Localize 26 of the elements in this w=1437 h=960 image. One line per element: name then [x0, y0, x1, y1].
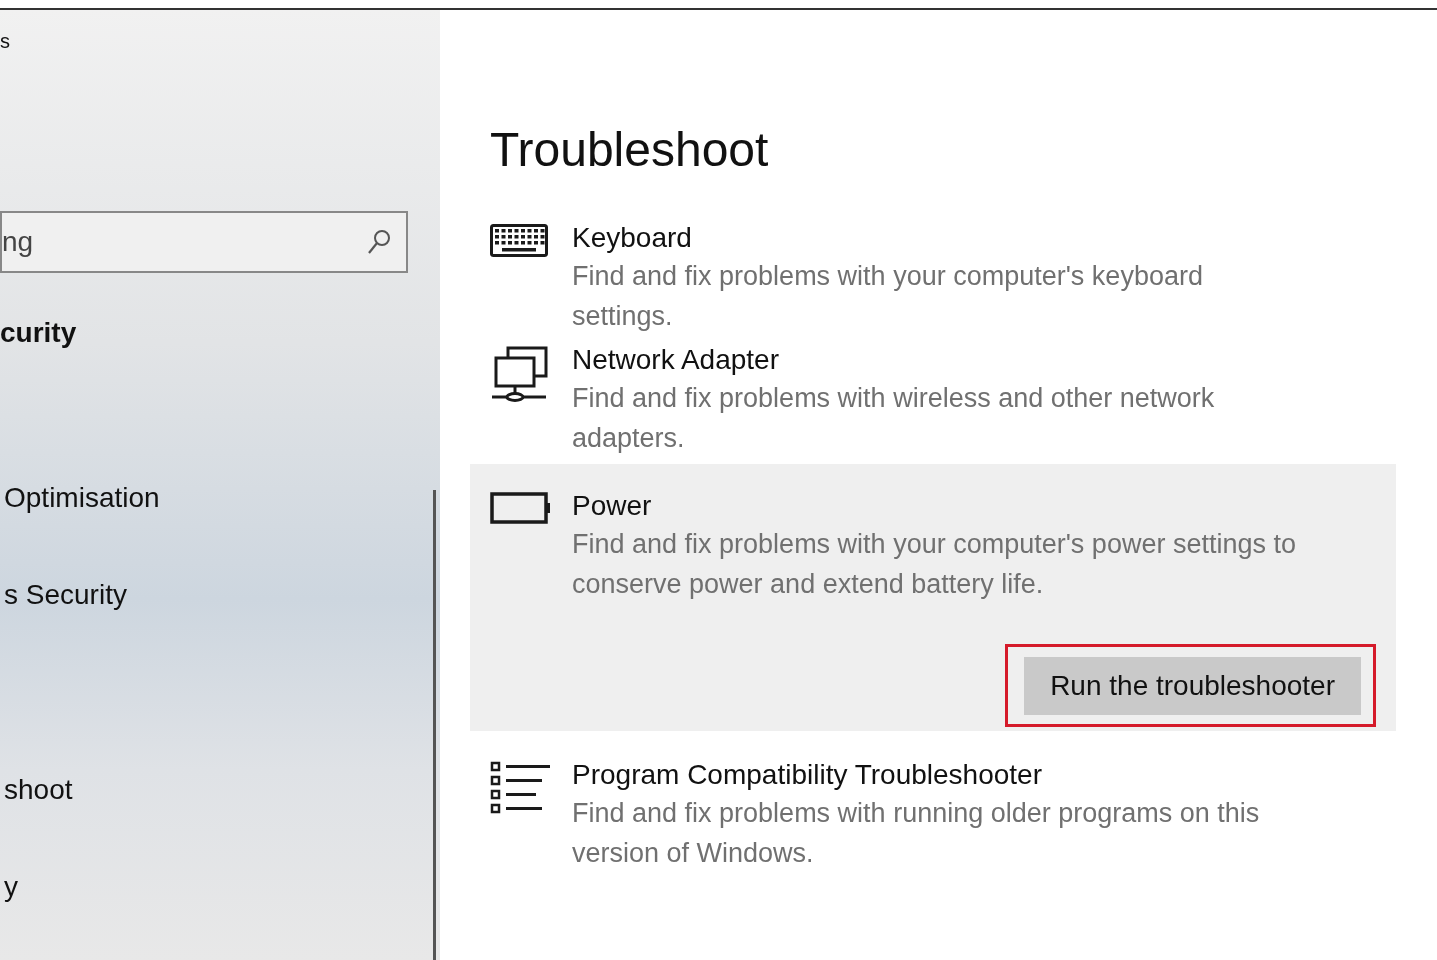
- scrollbar[interactable]: [433, 490, 436, 960]
- list-item[interactable]: Keyboard Find and fix problems with your computer's keyboard settings.: [470, 220, 1396, 336]
- computer-icon: [490, 346, 550, 404]
- nav-item[interactable]: y: [0, 870, 440, 960]
- run-button[interactable]: Run the troubleshooter: [1024, 657, 1361, 715]
- item-title: Power: [572, 489, 653, 523]
- item-description: Find and fix problems with running older programs on this version of Windows.: [572, 797, 1261, 870]
- item-description: Find and fix problems with your computer's keyboard settings.: [572, 260, 1204, 333]
- list-item[interactable]: Network Adapter Find and fix problems with wireless and other network adapters.: [470, 342, 1396, 458]
- item-description: Find and fix problems with your computer's power settings to conserve power and extend battery life.: [572, 528, 1297, 601]
- page-title: Troubleshoot: [490, 122, 770, 178]
- search-field[interactable]: ng: [0, 211, 408, 273]
- nav-item[interactable]: shoot: [0, 773, 440, 870]
- search-icon: [366, 228, 392, 256]
- window-title: s: [0, 30, 11, 53]
- item-description: Find and fix problems with wireless and other network adapters.: [572, 382, 1216, 455]
- list-item[interactable]: Program Compatibility Troubleshooter Find and fix problems with running older programs on this version of Windows.: [470, 757, 1396, 873]
- battery-icon: [490, 492, 552, 524]
- item-title: Network Adapter: [572, 343, 780, 377]
- selected-item[interactable]: Power Find and fix problems with your computer's power settings to conserve power and extend battery life. Run the troubleshooter: [470, 464, 1396, 731]
- nav-item[interactable]: s Security: [0, 578, 440, 773]
- keyboard-icon: [490, 224, 550, 260]
- section-heading: curity: [0, 317, 78, 349]
- nav-item[interactable]: Optimisation: [0, 481, 440, 578]
- item-title: Program Compatibility Troubleshooter: [572, 758, 1043, 792]
- item-title: Keyboard: [572, 221, 693, 255]
